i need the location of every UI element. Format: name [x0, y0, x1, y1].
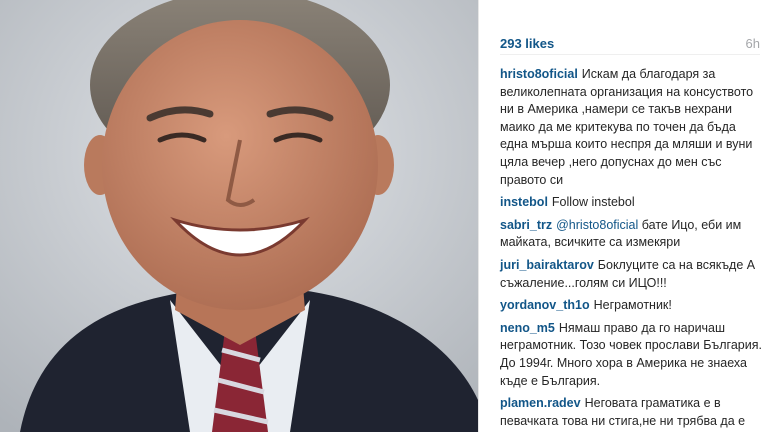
- comment-text: Follow instebol: [551, 195, 635, 210]
- comment-list: hristo8oficial Искам да благодаря за вели…: [500, 66, 762, 432]
- likes-count[interactable]: 293 likes: [500, 36, 554, 51]
- comment: juri_bairaktarov Боклуците са на всякъде …: [500, 257, 762, 292]
- panel-divider: [478, 0, 479, 432]
- post-time[interactable]: 6h: [746, 36, 760, 51]
- post-photo[interactable]: [0, 0, 478, 432]
- comment: hristo8oficial Искам да благодаря за вели…: [500, 66, 762, 189]
- comment-username[interactable]: yordanov_th1o: [500, 298, 590, 312]
- comment-text: Искам да благодаря за великолепната орга…: [500, 67, 754, 187]
- comment-username[interactable]: sabri_trz: [500, 218, 552, 232]
- comment: instebol Follow instebol: [500, 194, 762, 212]
- comment-username[interactable]: plamen.radev: [500, 396, 581, 410]
- comment: neno_m5 Нямаш право да го наричаш неграмо…: [500, 320, 762, 390]
- comment: yordanov_th1o Неграмотник!: [500, 297, 762, 315]
- comment-username[interactable]: neno_m5: [500, 321, 555, 335]
- comments-panel: 293 likes 6h hristo8oficial Искам да благ…: [490, 0, 768, 432]
- post-meta: 293 likes 6h: [500, 32, 760, 55]
- comment-username[interactable]: juri_bairaktarov: [500, 258, 594, 272]
- comment-username[interactable]: hristo8oficial: [500, 67, 578, 81]
- comment-username[interactable]: instebol: [500, 195, 548, 209]
- comment-text: Неграмотник!: [593, 298, 672, 313]
- comment: plamen.radev Неговата граматика е в певач…: [500, 395, 762, 432]
- comment: sabri_trz @hristo8oficial бате Ицо, еби и…: [500, 217, 762, 252]
- portrait-image: [0, 0, 478, 432]
- comment-mention[interactable]: @hristo8oficial: [556, 218, 638, 232]
